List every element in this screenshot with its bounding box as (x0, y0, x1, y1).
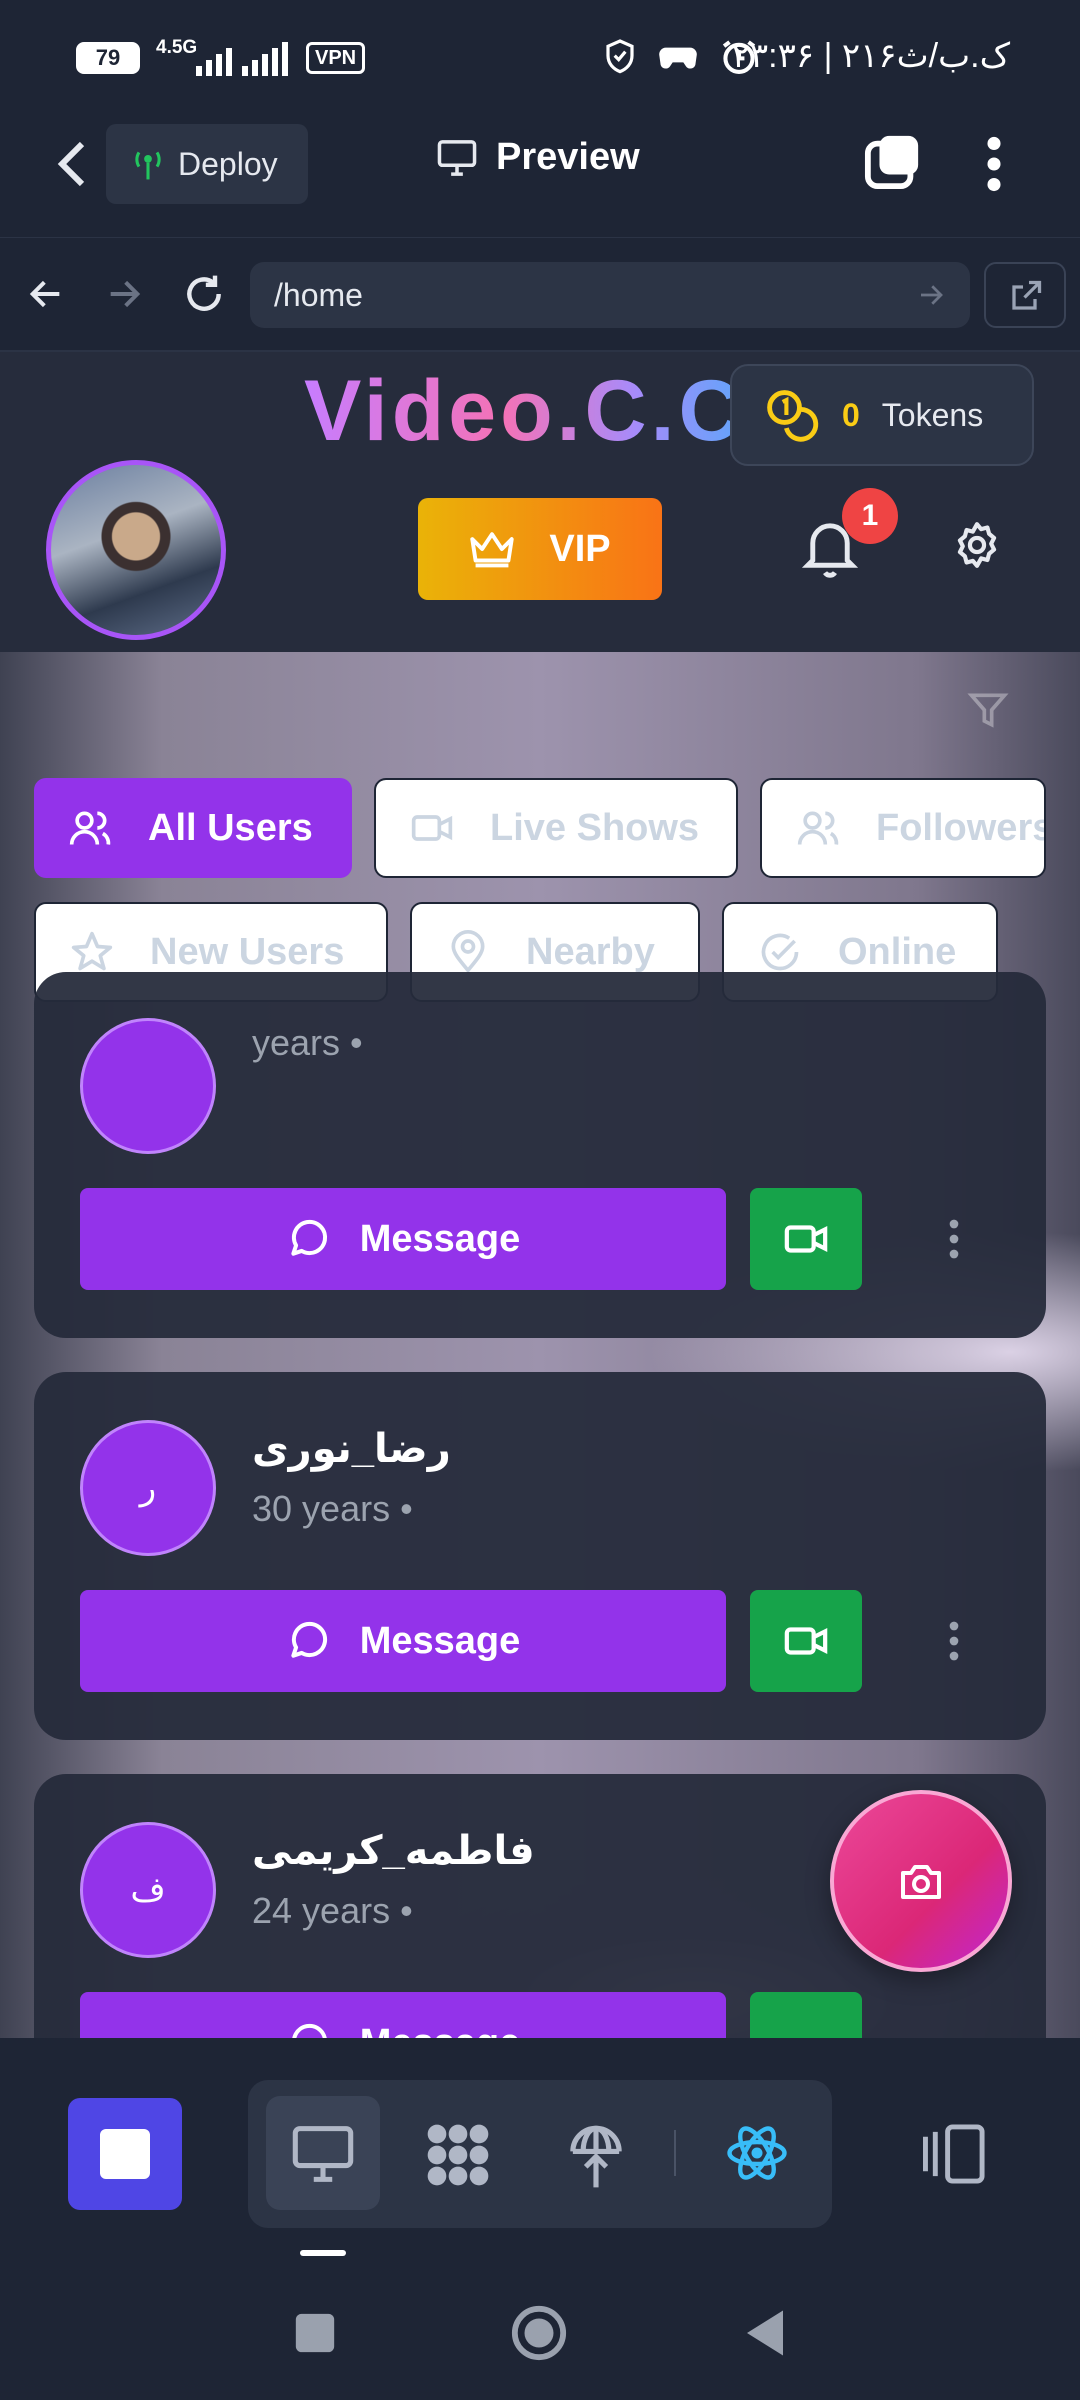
crown-icon (470, 532, 515, 568)
filter-chip-all-users[interactable]: All Users (34, 778, 352, 878)
external-link-icon (1012, 280, 1042, 310)
antenna-icon (135, 151, 161, 180)
vip-label: VIP (549, 527, 611, 570)
video-call-button[interactable] (750, 1992, 862, 2038)
message-circle-icon (291, 1219, 327, 1256)
video-icon (784, 1627, 828, 1655)
toolbar-divider (674, 2130, 676, 2176)
profile-avatar[interactable] (46, 460, 226, 640)
user-age: 24 years • (252, 1890, 413, 1931)
filter-icon[interactable] (966, 688, 1010, 732)
shield-icon (606, 39, 634, 74)
status-bar: 79 4.5G VPN ۲۳:۳۶ | ۲۱۶ک.ب/ث (0, 0, 1080, 118)
users-icon (69, 811, 111, 845)
monitor-icon (437, 139, 477, 176)
signal-icon (196, 40, 232, 76)
vpn-badge: VPN (306, 42, 366, 74)
user-name: فاطمه_کریمی (252, 1829, 535, 1873)
video-icon (411, 815, 453, 841)
brand-logo-text: Video.C.C (304, 363, 745, 459)
deploy-globe-icon[interactable] (564, 2118, 628, 2190)
card-more-button[interactable] (934, 1590, 974, 1692)
tabs-switcher-icon[interactable] (864, 132, 922, 190)
filter-chip-label: Followers (876, 806, 1046, 849)
map-pin-icon (451, 930, 485, 974)
preview-label: Preview (496, 136, 640, 178)
nav-forward-icon[interactable] (104, 274, 144, 314)
stop-button[interactable] (68, 2098, 182, 2210)
message-circle-icon (292, 2023, 327, 2038)
filter-chip-followers[interactable]: Followers (760, 778, 1046, 878)
camera-fab[interactable] (830, 1790, 1012, 1972)
reload-icon[interactable] (182, 272, 226, 316)
filter-chip-label: All Users (148, 806, 313, 849)
more-vertical-icon[interactable] (980, 136, 1008, 192)
users-icon (797, 811, 839, 845)
user-name: رضا_نوری (252, 1427, 451, 1471)
star-icon (71, 931, 113, 971)
clock-date: ۲۳:۳۶ | ۲۱۶ک.ب/ث (731, 37, 1010, 75)
monitor-icon[interactable] (290, 2124, 356, 2184)
panel-toggle-icon[interactable] (920, 2122, 990, 2186)
preview-title: Preview (436, 136, 640, 179)
check-circle-icon (761, 933, 799, 971)
tokens-label: Tokens (881, 396, 984, 433)
deploy-label: Deploy (178, 145, 278, 182)
stop-icon (100, 2129, 150, 2179)
message-label: Message (360, 2022, 521, 2039)
filter-chip-label: New Users (150, 930, 345, 973)
filter-chip-label: Live Shows (490, 806, 700, 849)
user-card[interactable]: ر رضا_نوری 30 years • Message (34, 1372, 1046, 1740)
video-icon (784, 1225, 828, 1253)
gamepad-icon (659, 47, 697, 69)
grid-dots-icon[interactable] (422, 2120, 494, 2190)
filter-chip-label: Online (838, 930, 957, 973)
video-call-button[interactable] (750, 1188, 862, 1290)
coins-icon (767, 390, 819, 442)
message-label: Message (359, 1217, 521, 1260)
user-age: years • (252, 1022, 363, 1063)
network-type: 4.5G (156, 37, 198, 58)
camera-icon (901, 1865, 941, 1899)
signal-icon (242, 40, 288, 76)
card-more-button[interactable] (934, 1188, 974, 1290)
drag-handle[interactable] (300, 2250, 346, 2256)
filter-chip-live-shows[interactable]: Live Shows (374, 778, 738, 878)
user-card[interactable]: years • Message (34, 972, 1046, 1338)
deploy-button[interactable]: Deploy (106, 124, 308, 204)
card-more-button[interactable] (934, 1992, 974, 2038)
open-external-button[interactable] (984, 262, 1066, 328)
user-age: 30 years • (252, 1488, 413, 1529)
video-call-button[interactable] (750, 1590, 862, 1692)
recents-nav-icon[interactable] (292, 2310, 338, 2356)
message-circle-icon (291, 1621, 327, 1658)
back-nav-icon[interactable] (740, 2306, 790, 2360)
user-avatar[interactable]: ف (80, 1822, 216, 1958)
filter-chip-label: Nearby (526, 930, 655, 973)
go-arrow-icon[interactable] (916, 280, 946, 310)
user-avatar[interactable] (80, 1018, 216, 1154)
tokens-balance[interactable]: 0 Tokens (730, 364, 1034, 466)
battery-indicator: 79 (76, 42, 140, 74)
nav-back-icon[interactable] (26, 274, 66, 314)
back-chevron-icon[interactable] (54, 140, 90, 188)
settings-gear-icon[interactable] (952, 520, 1002, 570)
more-vertical-icon (949, 1219, 959, 1259)
message-button[interactable]: Message (80, 1188, 726, 1290)
tokens-count: 0 (842, 396, 860, 433)
message-button[interactable]: Message (80, 1590, 726, 1692)
react-icon[interactable] (724, 2120, 790, 2186)
user-avatar[interactable]: ر (80, 1420, 216, 1556)
message-label: Message (359, 1619, 521, 1662)
url-input[interactable]: /home (250, 262, 970, 328)
home-nav-icon[interactable] (510, 2304, 568, 2362)
notification-badge: 1 (842, 488, 898, 544)
message-button[interactable]: Message (80, 1992, 726, 2038)
more-vertical-icon (949, 1621, 959, 1661)
vip-button[interactable]: VIP (418, 498, 662, 600)
